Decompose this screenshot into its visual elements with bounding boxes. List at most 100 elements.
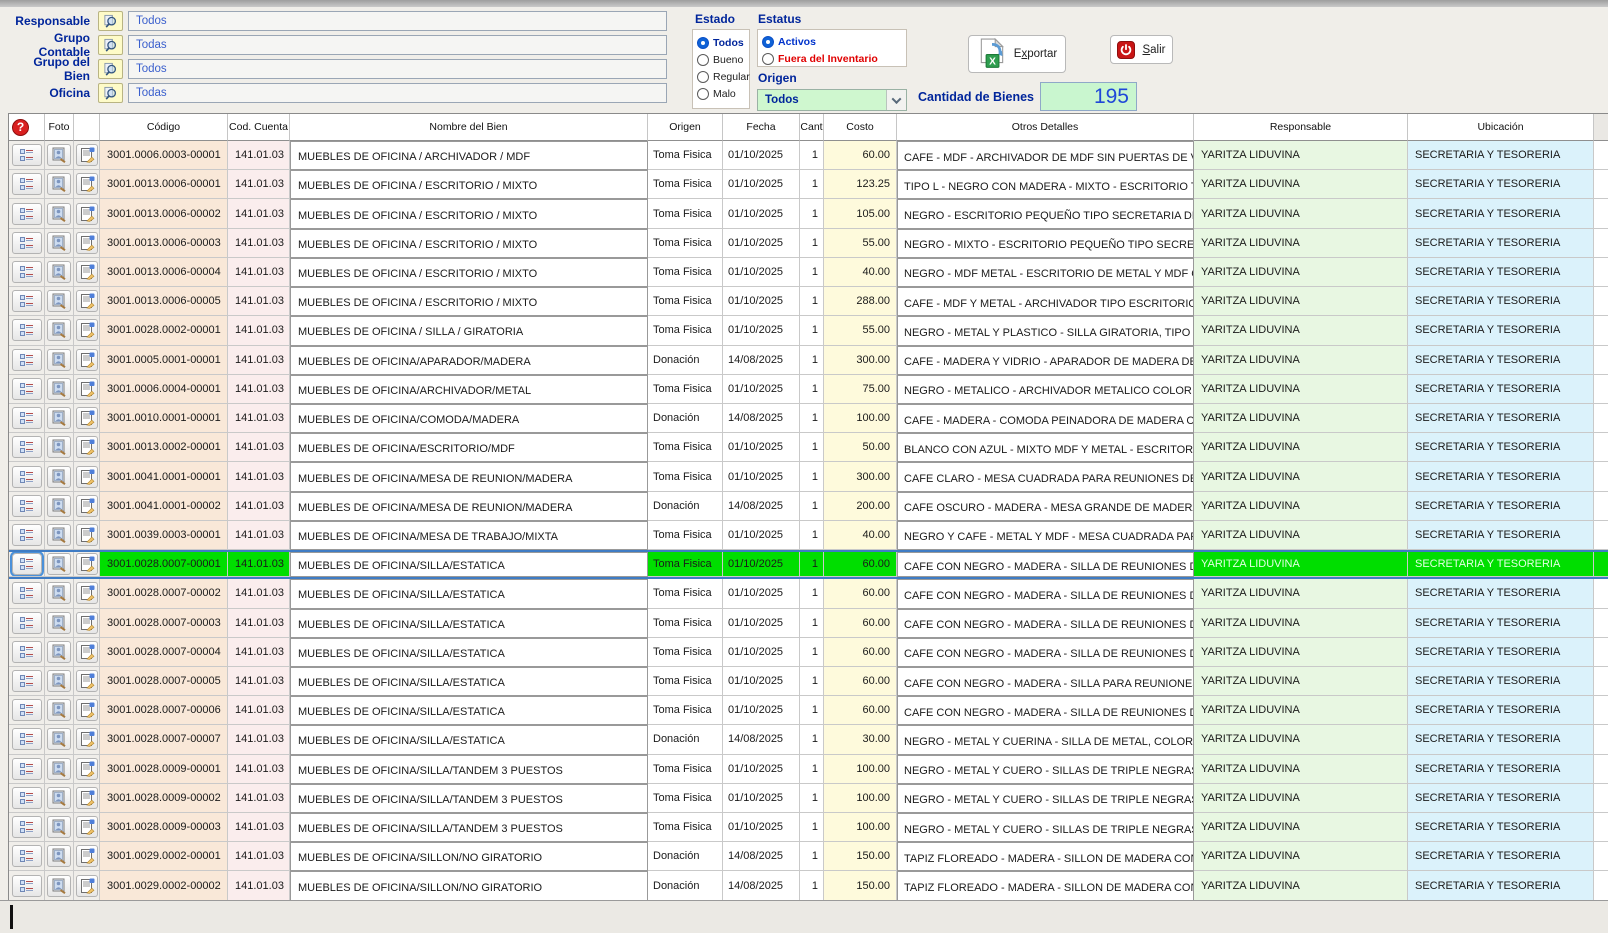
- salir-button[interactable]: Salir: [1110, 35, 1173, 64]
- table-row[interactable]: 3001.0039.0003-00001 141.01.03 MUEBLES D…: [9, 521, 1608, 550]
- table-row[interactable]: 3001.0041.0001-00002 141.01.03 MUEBLES D…: [9, 492, 1608, 521]
- table-row[interactable]: 3001.0028.0007-00002 141.01.03 MUEBLES D…: [9, 579, 1608, 608]
- record-selector-button[interactable]: [12, 407, 42, 429]
- foto-button[interactable]: [47, 553, 71, 575]
- foto-button[interactable]: [47, 407, 71, 429]
- table-row[interactable]: 3001.0010.0001-00001 141.01.03 MUEBLES D…: [9, 404, 1608, 433]
- foto-button[interactable]: [47, 699, 71, 721]
- record-selector-button[interactable]: [12, 816, 42, 838]
- otros-detalles-cell[interactable]: TAPIZ FLOREADO - MADERA - SILLON DE MADE…: [897, 871, 1194, 900]
- nombre-del-bien-cell[interactable]: MUEBLES DE OFICINA / ESCRITORIO / MIXTO: [290, 199, 648, 228]
- record-selector-button[interactable]: [12, 290, 42, 312]
- nombre-del-bien-cell[interactable]: MUEBLES DE OFICINA/ARCHIVADOR/METAL: [290, 375, 648, 404]
- otros-detalles-cell[interactable]: NEGRO - METAL Y CUERO - SILLAS DE TRIPLE…: [897, 813, 1194, 842]
- record-selector-button[interactable]: [12, 670, 42, 692]
- properties-button[interactable]: [76, 758, 98, 780]
- table-row[interactable]: 3001.0028.0007-00007 141.01.03 MUEBLES D…: [9, 725, 1608, 754]
- otros-detalles-cell[interactable]: NEGRO - METAL Y CUERO - SILLAS DE TRIPLE…: [897, 784, 1194, 813]
- record-selector-button[interactable]: [12, 261, 42, 283]
- record-selector-button[interactable]: [12, 144, 42, 166]
- record-selector-button[interactable]: [12, 349, 42, 371]
- radio-icon[interactable]: [697, 88, 709, 100]
- estado-option[interactable]: Malo: [693, 85, 749, 102]
- nombre-del-bien-cell[interactable]: MUEBLES DE OFICINA/SILLA/ESTATICA: [290, 609, 648, 638]
- nombre-del-bien-cell[interactable]: MUEBLES DE OFICINA/MESA DE TRABAJO/MIXTA: [290, 521, 648, 550]
- lookup-button[interactable]: [98, 11, 123, 31]
- table-row[interactable]: 3001.0013.0006-00001 141.01.03 MUEBLES D…: [9, 170, 1608, 199]
- properties-button[interactable]: [76, 203, 98, 225]
- nombre-del-bien-cell[interactable]: MUEBLES DE OFICINA / ARCHIVADOR / MDF: [290, 141, 648, 170]
- foto-button[interactable]: [47, 612, 71, 634]
- properties-button[interactable]: [76, 495, 98, 517]
- estado-option[interactable]: Bueno: [693, 51, 749, 68]
- nombre-del-bien-cell[interactable]: MUEBLES DE OFICINA/SILLA/TANDEM 3 PUESTO…: [290, 755, 648, 784]
- nombre-del-bien-cell[interactable]: MUEBLES DE OFICINA/SILLON/NO GIRATORIO: [290, 842, 648, 871]
- properties-button[interactable]: [76, 787, 98, 809]
- otros-detalles-cell[interactable]: NEGRO - METAL Y CUERINA - SILLA DE METAL…: [897, 725, 1194, 754]
- table-row[interactable]: 3001.0013.0006-00003 141.01.03 MUEBLES D…: [9, 229, 1608, 258]
- record-selector-button[interactable]: [12, 641, 42, 663]
- otros-detalles-cell[interactable]: TIPO L - NEGRO CON MADERA - MIXTO - ESCR…: [897, 170, 1194, 199]
- table-row[interactable]: 3001.0028.0007-00001 141.01.03 MUEBLES D…: [9, 550, 1608, 579]
- dropdown-arrow-button[interactable]: [886, 90, 906, 110]
- otros-detalles-cell[interactable]: CAFE - MDF Y METAL - ARCHIVADOR TIPO ESC…: [897, 287, 1194, 316]
- nombre-del-bien-cell[interactable]: MUEBLES DE OFICINA / SILLA / GIRATORIA: [290, 316, 648, 345]
- record-selector-button[interactable]: [12, 466, 42, 488]
- record-selector-button[interactable]: [12, 699, 42, 721]
- foto-button[interactable]: [47, 378, 71, 400]
- filter-value-input[interactable]: Todas: [128, 35, 667, 55]
- radio-icon[interactable]: [762, 36, 774, 48]
- nombre-del-bien-cell[interactable]: MUEBLES DE OFICINA / ESCRITORIO / MIXTO: [290, 258, 648, 287]
- record-selector-button[interactable]: [12, 524, 42, 546]
- record-selector-button[interactable]: [12, 845, 42, 867]
- radio-icon[interactable]: [697, 54, 709, 66]
- origen-select[interactable]: Todos: [757, 89, 907, 111]
- otros-detalles-cell[interactable]: CAFE CON NEGRO - MADERA - SILLA PARA REU…: [897, 667, 1194, 696]
- estatus-option[interactable]: Fuera del Inventario: [758, 50, 906, 67]
- properties-button[interactable]: [76, 290, 98, 312]
- record-selector-button[interactable]: [12, 378, 42, 400]
- foto-button[interactable]: [47, 203, 71, 225]
- foto-button[interactable]: [47, 641, 71, 663]
- properties-button[interactable]: [76, 670, 98, 692]
- nombre-del-bien-cell[interactable]: MUEBLES DE OFICINA/MESA DE REUNION/MADER…: [290, 462, 648, 491]
- nombre-del-bien-cell[interactable]: MUEBLES DE OFICINA/SILLA/ESTATICA: [290, 725, 648, 754]
- estado-option[interactable]: Todos: [693, 34, 749, 51]
- foto-button[interactable]: [47, 787, 71, 809]
- properties-button[interactable]: [76, 816, 98, 838]
- table-row[interactable]: 3001.0028.0009-00002 141.01.03 MUEBLES D…: [9, 784, 1608, 813]
- properties-button[interactable]: [76, 875, 98, 897]
- record-selector-button[interactable]: [12, 553, 42, 575]
- foto-button[interactable]: [47, 582, 71, 604]
- nombre-del-bien-cell[interactable]: MUEBLES DE OFICINA / ESCRITORIO / MIXTO: [290, 170, 648, 199]
- table-row[interactable]: 3001.0006.0004-00001 141.01.03 MUEBLES D…: [9, 375, 1608, 404]
- otros-detalles-cell[interactable]: NEGRO - METAL Y PLASTICO - SILLA GIRATOR…: [897, 316, 1194, 345]
- foto-button[interactable]: [47, 436, 71, 458]
- record-selector-button[interactable]: [12, 612, 42, 634]
- table-row[interactable]: 3001.0006.0003-00001 141.01.03 MUEBLES D…: [9, 141, 1608, 170]
- otros-detalles-cell[interactable]: CAFE CON NEGRO - MADERA - SILLA DE REUNI…: [897, 579, 1194, 608]
- properties-button[interactable]: [76, 261, 98, 283]
- table-row[interactable]: 3001.0041.0001-00001 141.01.03 MUEBLES D…: [9, 462, 1608, 491]
- otros-detalles-cell[interactable]: TAPIZ FLOREADO - MADERA - SILLON DE MADE…: [897, 842, 1194, 871]
- header-cant[interactable]: Cant: [800, 114, 824, 141]
- table-row[interactable]: 3001.0005.0001-00001 141.01.03 MUEBLES D…: [9, 346, 1608, 375]
- properties-button[interactable]: [76, 232, 98, 254]
- lookup-button[interactable]: [98, 35, 123, 55]
- properties-button[interactable]: [76, 612, 98, 634]
- foto-button[interactable]: [47, 319, 71, 341]
- properties-button[interactable]: [76, 319, 98, 341]
- nombre-del-bien-cell[interactable]: MUEBLES DE OFICINA/SILLA/TANDEM 3 PUESTO…: [290, 784, 648, 813]
- foto-button[interactable]: [47, 349, 71, 371]
- record-selector-button[interactable]: [12, 495, 42, 517]
- otros-detalles-cell[interactable]: BLANCO CON AZUL - MIXTO MDF Y METAL - ES…: [897, 433, 1194, 462]
- table-row[interactable]: 3001.0013.0006-00005 141.01.03 MUEBLES D…: [9, 287, 1608, 316]
- nombre-del-bien-cell[interactable]: MUEBLES DE OFICINA/SILLON/NO GIRATORIO: [290, 871, 648, 900]
- properties-button[interactable]: [76, 407, 98, 429]
- foto-button[interactable]: [47, 466, 71, 488]
- table-row[interactable]: 3001.0028.0002-00001 141.01.03 MUEBLES D…: [9, 316, 1608, 345]
- header-fecha[interactable]: Fecha: [723, 114, 800, 141]
- nombre-del-bien-cell[interactable]: MUEBLES DE OFICINA/SILLA/ESTATICA: [290, 579, 648, 608]
- help-icon[interactable]: ?: [12, 119, 29, 136]
- header-responsable[interactable]: Responsable: [1194, 114, 1408, 141]
